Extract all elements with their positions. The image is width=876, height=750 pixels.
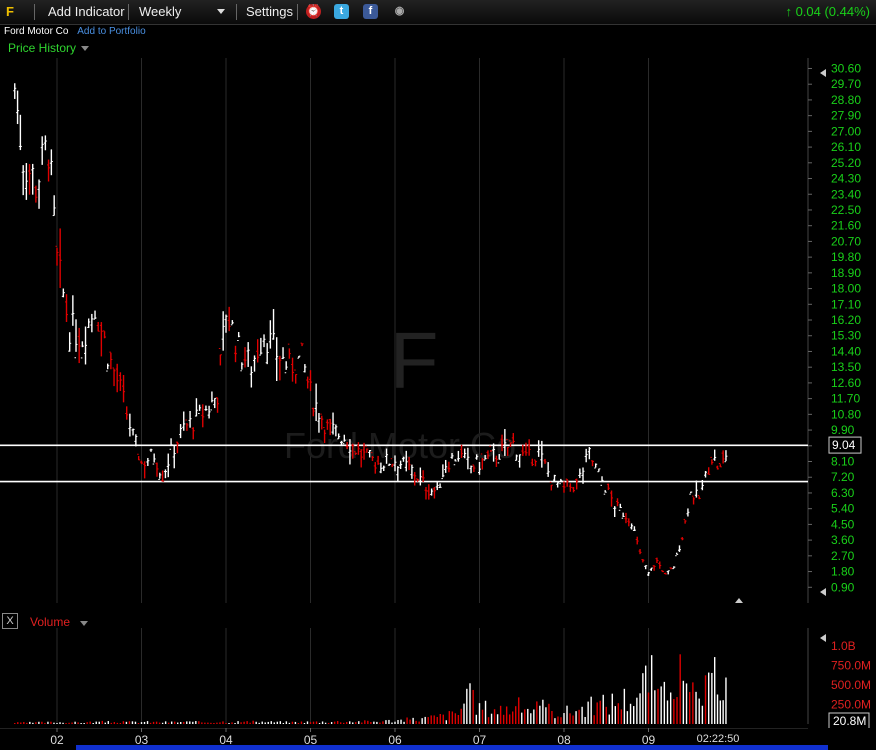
y-tick-label: 12.60 [831,376,861,390]
y-tick-label: 1.80 [831,565,855,579]
y-tick-label: 13.50 [831,360,861,374]
volume-chart: 1.0B 750.0M 500.0M 250.0M 20.8M [14,628,871,728]
toolbar: F Add Indicator Weekly Settings ⏰ t f ◉ … [0,0,876,25]
y-tick-label: 27.90 [831,109,861,123]
volume-menu[interactable]: Volume [30,615,70,629]
y-tick-label: 29.70 [831,77,861,91]
facebook-icon[interactable]: f [363,4,378,19]
y-tick-label: 16.20 [831,313,861,327]
scroll-left-icon [820,69,826,77]
y-tick-label: 3.60 [831,533,855,547]
camera-icon[interactable]: ◉ [392,4,407,19]
close-icon[interactable]: X [2,613,18,629]
y-tick-label: 23.40 [831,187,861,201]
y-tick-label: 26.10 [831,140,861,154]
y-tick-label: 24.30 [831,172,861,186]
period-select[interactable]: Weekly [139,4,181,19]
y-tick-label: 0.90 [831,580,855,594]
y-tick-label: 25.20 [831,156,861,170]
toolbar-divider [236,4,237,20]
toolbar-divider [34,4,35,20]
volume-tick-label: 750.0M [831,658,871,672]
settings-button[interactable]: Settings [246,4,293,19]
watermark-symbol: F [390,316,439,405]
scroll-bar[interactable] [76,745,828,750]
y-tick-label: 18.90 [831,266,861,280]
chevron-down-icon[interactable] [80,621,88,626]
chevron-down-icon[interactable] [217,9,225,14]
y-tick-label: 2.70 [831,549,855,563]
price-change: ↑ 0.04 (0.44%) [785,4,870,19]
y-tick-label: 18.00 [831,282,861,296]
current-price-label: 9.04 [832,438,856,452]
symbol-button[interactable]: F [6,4,14,19]
y-tick-label: 11.70 [831,392,860,406]
current-volume-label: 20.8M [833,714,866,728]
x-tick-label: 02 [50,733,64,747]
y-tick-label: 22.50 [831,203,861,217]
scroll-left-icon [820,588,826,596]
y-tick-label: 21.60 [831,219,861,233]
y-tick-label: 14.40 [831,344,861,358]
y-tick-label: 6.30 [831,486,855,500]
toolbar-divider [297,4,298,20]
y-tick-label: 30.60 [831,61,861,75]
y-tick-label: 28.80 [831,93,861,107]
alarm-clock-icon[interactable]: ⏰ [306,4,321,19]
y-tick-label: 10.80 [831,407,861,421]
add-indicator-button[interactable]: Add Indicator [48,4,125,19]
volume-tick-label: 500.0M [831,678,871,692]
price-change-value: 0.04 (0.44%) [795,4,870,19]
chevron-down-icon[interactable] [81,46,89,51]
price-history-menu[interactable]: Price History [8,41,76,55]
y-tick-label: 8.10 [831,455,855,469]
y-tick-label: 19.80 [831,250,861,264]
scroll-left-icon [820,634,826,642]
y-tick-label: 15.30 [831,329,861,343]
y-tick-label: 7.20 [831,470,855,484]
price-chart: FFord Motor Co30.6029.7028.8027.9027.002… [0,58,862,603]
company-name: Ford Motor Co [4,26,69,37]
volume-tick-label: 250.0M [831,697,871,711]
volume-tick-label: 1.0B [831,639,856,653]
add-to-portfolio-link[interactable]: Add to Portfolio [77,26,145,37]
y-tick-label: 9.90 [831,423,855,437]
arrow-up-icon: ↑ [785,4,792,19]
y-tick-label: 27.00 [831,124,861,138]
y-tick-label: 4.50 [831,517,855,531]
twitter-icon[interactable]: t [334,4,349,19]
sub-header: Ford Motor Co Add to Portfolio [4,26,146,37]
y-tick-label: 20.70 [831,234,861,248]
y-tick-label: 5.40 [831,502,855,516]
toolbar-divider [128,4,129,20]
current-time-label: 02:22:50 [697,733,740,745]
y-tick-label: 17.10 [831,297,861,311]
